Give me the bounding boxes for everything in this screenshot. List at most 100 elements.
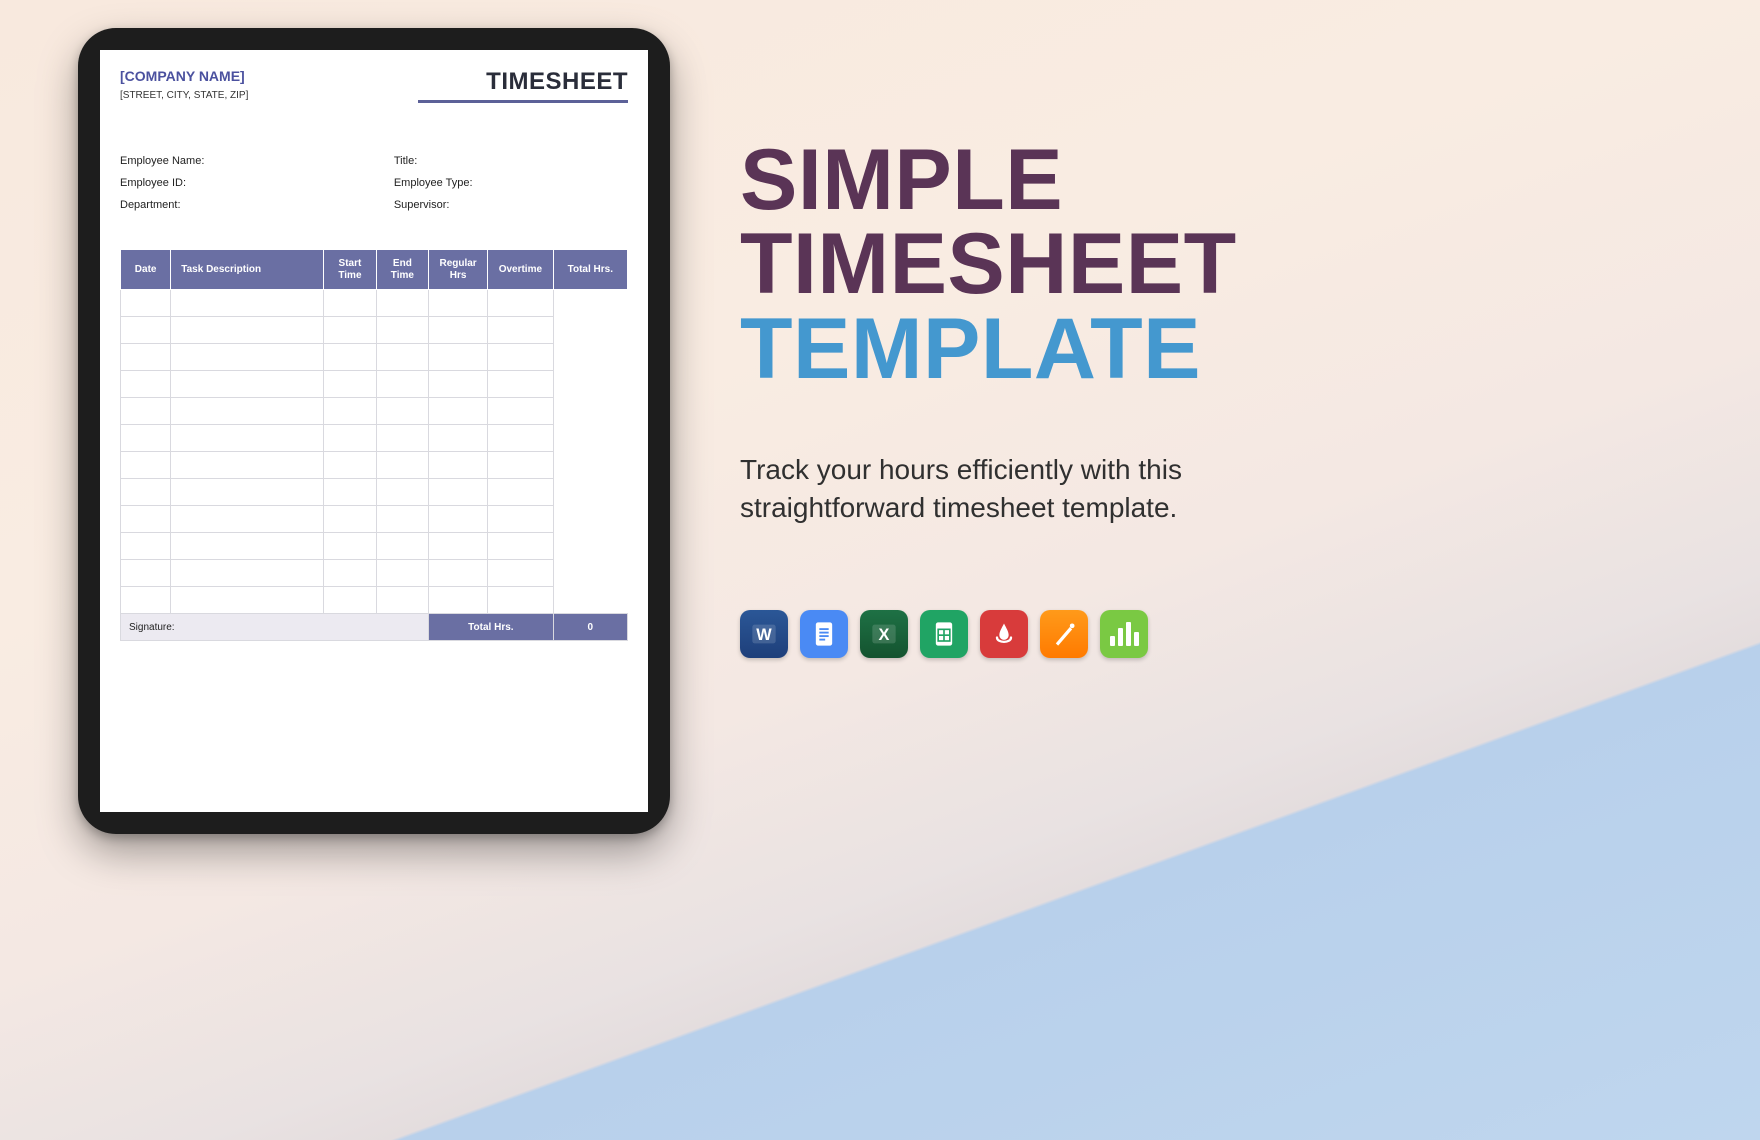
table-cell	[488, 452, 554, 479]
table-cell	[488, 398, 554, 425]
table-cell	[429, 398, 488, 425]
table-cell	[324, 425, 376, 452]
table-cell	[121, 290, 171, 317]
table-cell	[376, 560, 428, 587]
col-ot: Overtime	[488, 250, 554, 290]
table-cell	[324, 587, 376, 614]
table-cell	[324, 506, 376, 533]
fields-left-col: Employee Name: Employee ID: Department:	[120, 155, 364, 221]
field-employee-name: Employee Name:	[120, 155, 364, 167]
table-cell	[121, 533, 171, 560]
numbers-icon[interactable]	[1100, 610, 1148, 658]
table-cell	[429, 317, 488, 344]
table-cell	[376, 533, 428, 560]
table-cell	[121, 398, 171, 425]
col-end: End Time	[376, 250, 428, 290]
promo-line-3: TEMPLATE	[740, 307, 1700, 391]
table-cell	[376, 479, 428, 506]
col-start: Start Time	[324, 250, 376, 290]
table-cell	[171, 317, 324, 344]
google-sheets-icon[interactable]	[920, 610, 968, 658]
table-cell	[324, 398, 376, 425]
promo-block: SIMPLE TIMESHEET TEMPLATE Track your hou…	[740, 138, 1700, 526]
table-cell	[324, 344, 376, 371]
field-supervisor: Supervisor:	[394, 199, 638, 211]
table-cell	[171, 344, 324, 371]
table-cell	[429, 344, 488, 371]
table-cell	[121, 317, 171, 344]
table-cell	[171, 560, 324, 587]
table-cell	[121, 344, 171, 371]
table-cell	[121, 587, 171, 614]
table-cell	[376, 290, 428, 317]
table-row: 0	[121, 479, 628, 506]
table-cell	[171, 452, 324, 479]
table-cell	[171, 587, 324, 614]
table-row: 0	[121, 344, 628, 371]
excel-icon[interactable]: X	[860, 610, 908, 658]
table-cell	[171, 371, 324, 398]
table-cell	[429, 560, 488, 587]
table-cell	[429, 479, 488, 506]
table-cell	[324, 560, 376, 587]
table-cell	[121, 371, 171, 398]
table-cell	[376, 344, 428, 371]
company-block: [COMPANY NAME] [STREET, CITY, STATE, ZIP…	[120, 68, 248, 101]
pdf-icon[interactable]	[980, 610, 1028, 658]
promo-heading: SIMPLE TIMESHEET TEMPLATE	[740, 138, 1700, 391]
timesheet-table: Date Task Description Start Time End Tim…	[120, 249, 628, 641]
table-cell	[488, 317, 554, 344]
table-row: 0	[121, 560, 628, 587]
svg-text:W: W	[756, 626, 772, 644]
title-underline	[418, 100, 628, 103]
table-cell	[488, 533, 554, 560]
table-cell	[324, 290, 376, 317]
pages-icon[interactable]	[1040, 610, 1088, 658]
google-docs-icon[interactable]	[800, 610, 848, 658]
table-cell	[324, 371, 376, 398]
document-screen: [COMPANY NAME] [STREET, CITY, STATE, ZIP…	[100, 50, 648, 812]
company-address: [STREET, CITY, STATE, ZIP]	[120, 90, 248, 101]
table-cell	[376, 506, 428, 533]
col-date: Date	[121, 250, 171, 290]
table-cell	[121, 560, 171, 587]
table-row: 0	[121, 506, 628, 533]
table-footer-row: Signature: Total Hrs. 0	[121, 614, 628, 641]
table-cell	[171, 425, 324, 452]
table-cell	[121, 506, 171, 533]
table-header-row: Date Task Description Start Time End Tim…	[121, 250, 628, 290]
table-row: 0	[121, 317, 628, 344]
promo-line-2: TIMESHEET	[740, 222, 1700, 306]
table-cell	[429, 587, 488, 614]
promo-line-1: SIMPLE	[740, 138, 1700, 222]
table-cell	[171, 479, 324, 506]
doc-title-block: TIMESHEET	[418, 68, 628, 103]
table-cell	[488, 371, 554, 398]
field-title: Title:	[394, 155, 638, 167]
tablet-mock: [COMPANY NAME] [STREET, CITY, STATE, ZIP…	[78, 28, 670, 834]
table-cell	[171, 290, 324, 317]
table-row: 0	[121, 398, 628, 425]
table-cell	[429, 371, 488, 398]
col-desc: Task Description	[171, 250, 324, 290]
table-cell	[376, 398, 428, 425]
document-header: [COMPANY NAME] [STREET, CITY, STATE, ZIP…	[120, 68, 628, 103]
table-cell	[488, 290, 554, 317]
table-cell	[429, 506, 488, 533]
table-cell	[429, 533, 488, 560]
col-reg: Regular Hrs	[429, 250, 488, 290]
table-cell	[429, 290, 488, 317]
table-cell	[324, 317, 376, 344]
table-cell	[488, 587, 554, 614]
word-icon[interactable]: W	[740, 610, 788, 658]
table-cell	[488, 506, 554, 533]
field-employee-id: Employee ID:	[120, 177, 364, 189]
table-row: 0	[121, 290, 628, 317]
table-cell	[121, 425, 171, 452]
table-cell	[171, 506, 324, 533]
table-cell	[171, 533, 324, 560]
footer-total-label: Total Hrs.	[429, 614, 554, 641]
fields-right-col: Title: Employee Type: Supervisor:	[394, 155, 638, 221]
table-row: 0	[121, 533, 628, 560]
table-cell	[376, 452, 428, 479]
